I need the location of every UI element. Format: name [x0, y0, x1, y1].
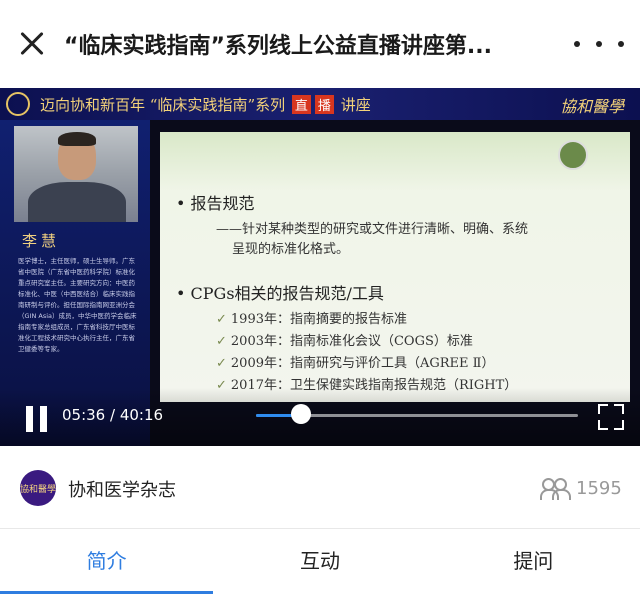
slide-sub-line-1: ——针对某种类型的研究或文件进行清晰、明确、系统 [216, 222, 529, 237]
check-icon: ✓ [216, 356, 227, 371]
speaker-video [14, 126, 138, 222]
dot [618, 41, 624, 47]
banner-title: 迈向协和新百年 “临床实践指南”系列 直播 讲座 [40, 94, 371, 115]
top-nav-bar: “临床实践指南”系列线上公益直播讲座第... [0, 0, 640, 88]
brand-logo: 協和醫學 [560, 97, 625, 116]
slide-logo-icon [558, 140, 588, 170]
speaker-body [28, 182, 126, 222]
viewer-stats: 1595 [540, 476, 622, 500]
channel-name[interactable]: 协和医学杂志 [68, 476, 176, 502]
dot [574, 41, 580, 47]
progress-handle[interactable] [291, 404, 312, 424]
check-icon: ✓ [216, 334, 227, 349]
dot [596, 41, 602, 47]
close-icon[interactable] [14, 26, 50, 62]
presentation-slide: • 报告规范 ——针对某种类型的研究或文件进行清晰、明确、系统 呈现的标准化格式… [160, 132, 630, 402]
viewer-count: 1595 [576, 477, 622, 499]
lecture-banner: 迈向协和新百年 “临床实践指南”系列 直播 讲座 協和醫學 [0, 88, 640, 120]
video-player[interactable]: 迈向协和新百年 “临床实践指南”系列 直播 讲座 協和醫學 李慧 医学博士，主任… [0, 88, 640, 446]
banner-suffix: 讲座 [340, 96, 371, 114]
viewers-icon [540, 477, 571, 500]
check-icon: ✓ [216, 312, 227, 327]
live-badge-1: 直 [291, 95, 311, 114]
pause-icon[interactable] [26, 406, 48, 432]
speaker-hair [58, 132, 96, 146]
slide-item: ✓ 2003年：指南标准化会议（COGS）标准 [216, 334, 473, 349]
speaker-bio: 医学博士，主任医师，硕士生导师。广东省中医院（广东省中医药科学院）标准化重点研究… [18, 257, 137, 353]
slide-bullet-2: • CPGs相关的报告规范/工具 [176, 284, 384, 303]
slide-bullet-1: • 报告规范 [176, 194, 255, 213]
page-title: “临床实践指南”系列线上公益直播讲座第... [64, 34, 492, 59]
slide-sub-line-2: 呈现的标准化格式。 [232, 242, 350, 257]
tab-questions[interactable]: 提问 [427, 529, 640, 608]
active-tab-indicator [0, 591, 213, 594]
player-controls: 05:36 / 40:16 [0, 388, 640, 446]
fullscreen-icon[interactable] [598, 404, 624, 430]
slide-item: ✓ 1993年：指南摘要的报告标准 [216, 312, 407, 327]
speaker-name: 李慧 [22, 232, 61, 250]
channel-avatar[interactable]: 協和醫學 [20, 470, 56, 506]
channel-row: 協和醫學 协和医学杂志 1595 [0, 446, 640, 528]
banner-prefix: 迈向协和新百年 “临床实践指南”系列 [40, 96, 286, 114]
playback-time: 05:36 / 40:16 [62, 406, 164, 424]
tab-intro[interactable]: 简介 [0, 529, 213, 608]
slide-item: ✓ 2009年：指南研究与评价工具（AGREE Ⅱ） [216, 356, 495, 371]
live-badge-2: 播 [314, 95, 334, 114]
more-dots-icon[interactable] [574, 34, 624, 54]
tab-interaction[interactable]: 互动 [213, 529, 426, 608]
tab-bar: 简介 互动 提问 [0, 529, 640, 608]
logo-icon [6, 92, 30, 116]
